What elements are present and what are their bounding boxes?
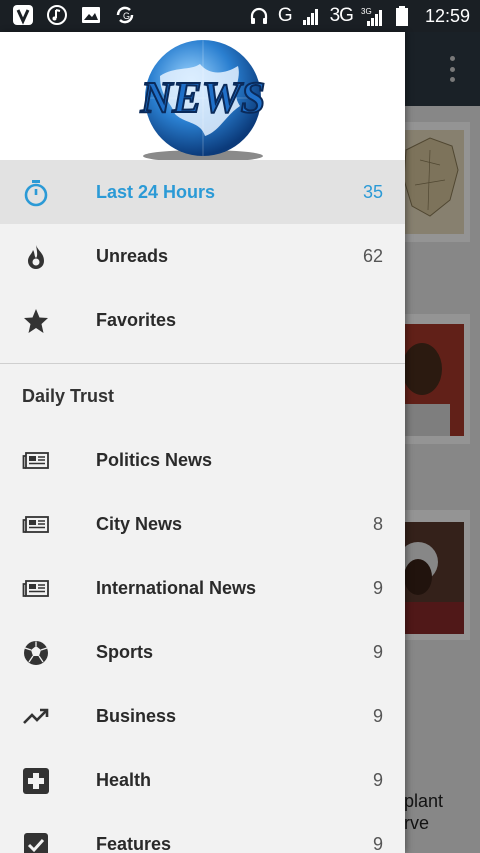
network-label: G — [277, 5, 293, 26]
menu-item-label: Health — [96, 769, 152, 790]
menu-item-count: 9 — [372, 641, 383, 662]
data-saver-icon: G — [114, 4, 136, 26]
menu-item-favorites[interactable]: Favorites — [0, 288, 405, 352]
image-icon — [80, 4, 102, 26]
menu-item-count: 9 — [372, 769, 383, 790]
stopwatch-icon — [22, 179, 50, 207]
star-icon — [22, 307, 50, 335]
menu-item-international-news[interactable]: International News 9 — [0, 556, 405, 620]
svg-text:3G: 3G — [361, 7, 372, 16]
menu-item-count: 8 — [372, 513, 383, 534]
svg-text:G: G — [123, 11, 130, 21]
newspaper-icon — [22, 511, 50, 539]
menu-item-count: 9 — [372, 833, 383, 853]
menu-item-sports[interactable]: Sports 9 — [0, 620, 405, 684]
menu-item-label: Unreads — [96, 245, 169, 266]
trending-up-icon — [22, 703, 50, 731]
newspaper-icon — [22, 447, 50, 475]
menu-item-count: 35 — [362, 181, 383, 202]
menu-item-count: 62 — [362, 245, 383, 266]
drawer-header: NEWS — [0, 32, 405, 162]
headphones-icon — [248, 5, 270, 27]
feed-menu: Politics News City News 8 International New… — [0, 428, 405, 853]
menu-item-unreads[interactable]: Unreads 62 — [0, 224, 405, 288]
menu-item-health[interactable]: Health 9 — [0, 748, 405, 812]
menu-item-business[interactable]: Business 9 — [0, 684, 405, 748]
soccer-ball-icon — [22, 639, 50, 667]
newspaper-icon — [22, 575, 50, 603]
medical-cross-icon — [22, 767, 50, 795]
clock: 12:59 — [424, 5, 470, 26]
battery-icon — [391, 5, 413, 27]
menu-item-city-news[interactable]: City News 8 — [0, 492, 405, 556]
status-bar: G G 3G 3G 12:59 — [0, 0, 480, 32]
menu-item-label: Features — [96, 833, 172, 853]
menu-item-label: City News — [96, 513, 183, 534]
menu-item-politics-news[interactable]: Politics News — [0, 428, 405, 492]
menu-item-label: Favorites — [96, 309, 177, 330]
menu-item-label: Sports — [96, 641, 154, 662]
network-3g-label: 3G — [329, 5, 354, 26]
logo-text: NEWS — [140, 73, 266, 122]
section-title: Daily Trust — [22, 385, 115, 406]
vine-icon — [12, 4, 34, 26]
menu-item-label: International News — [96, 577, 257, 598]
checkbox-icon — [22, 831, 50, 853]
news-logo: NEWS — [130, 36, 276, 162]
flame-icon — [22, 243, 50, 271]
signal-icon — [300, 5, 322, 27]
menu-item-label: Politics News — [96, 449, 213, 470]
navigation-drawer: NEWS Last 24 Hours 35 Unreads 62 Favorites D… — [0, 32, 405, 853]
menu-item-label: Last 24 Hours — [96, 181, 216, 202]
menu-item-last-24-hours[interactable]: Last 24 Hours 35 — [0, 160, 405, 224]
music-icon — [46, 4, 68, 26]
primary-menu: Last 24 Hours 35 Unreads 62 Favorites — [0, 160, 405, 352]
menu-item-count: 9 — [372, 577, 383, 598]
menu-item-count: 9 — [372, 705, 383, 726]
signal-3g-icon: 3G — [361, 5, 383, 27]
menu-item-label: Business — [96, 705, 177, 726]
menu-item-features[interactable]: Features 9 — [0, 812, 405, 853]
